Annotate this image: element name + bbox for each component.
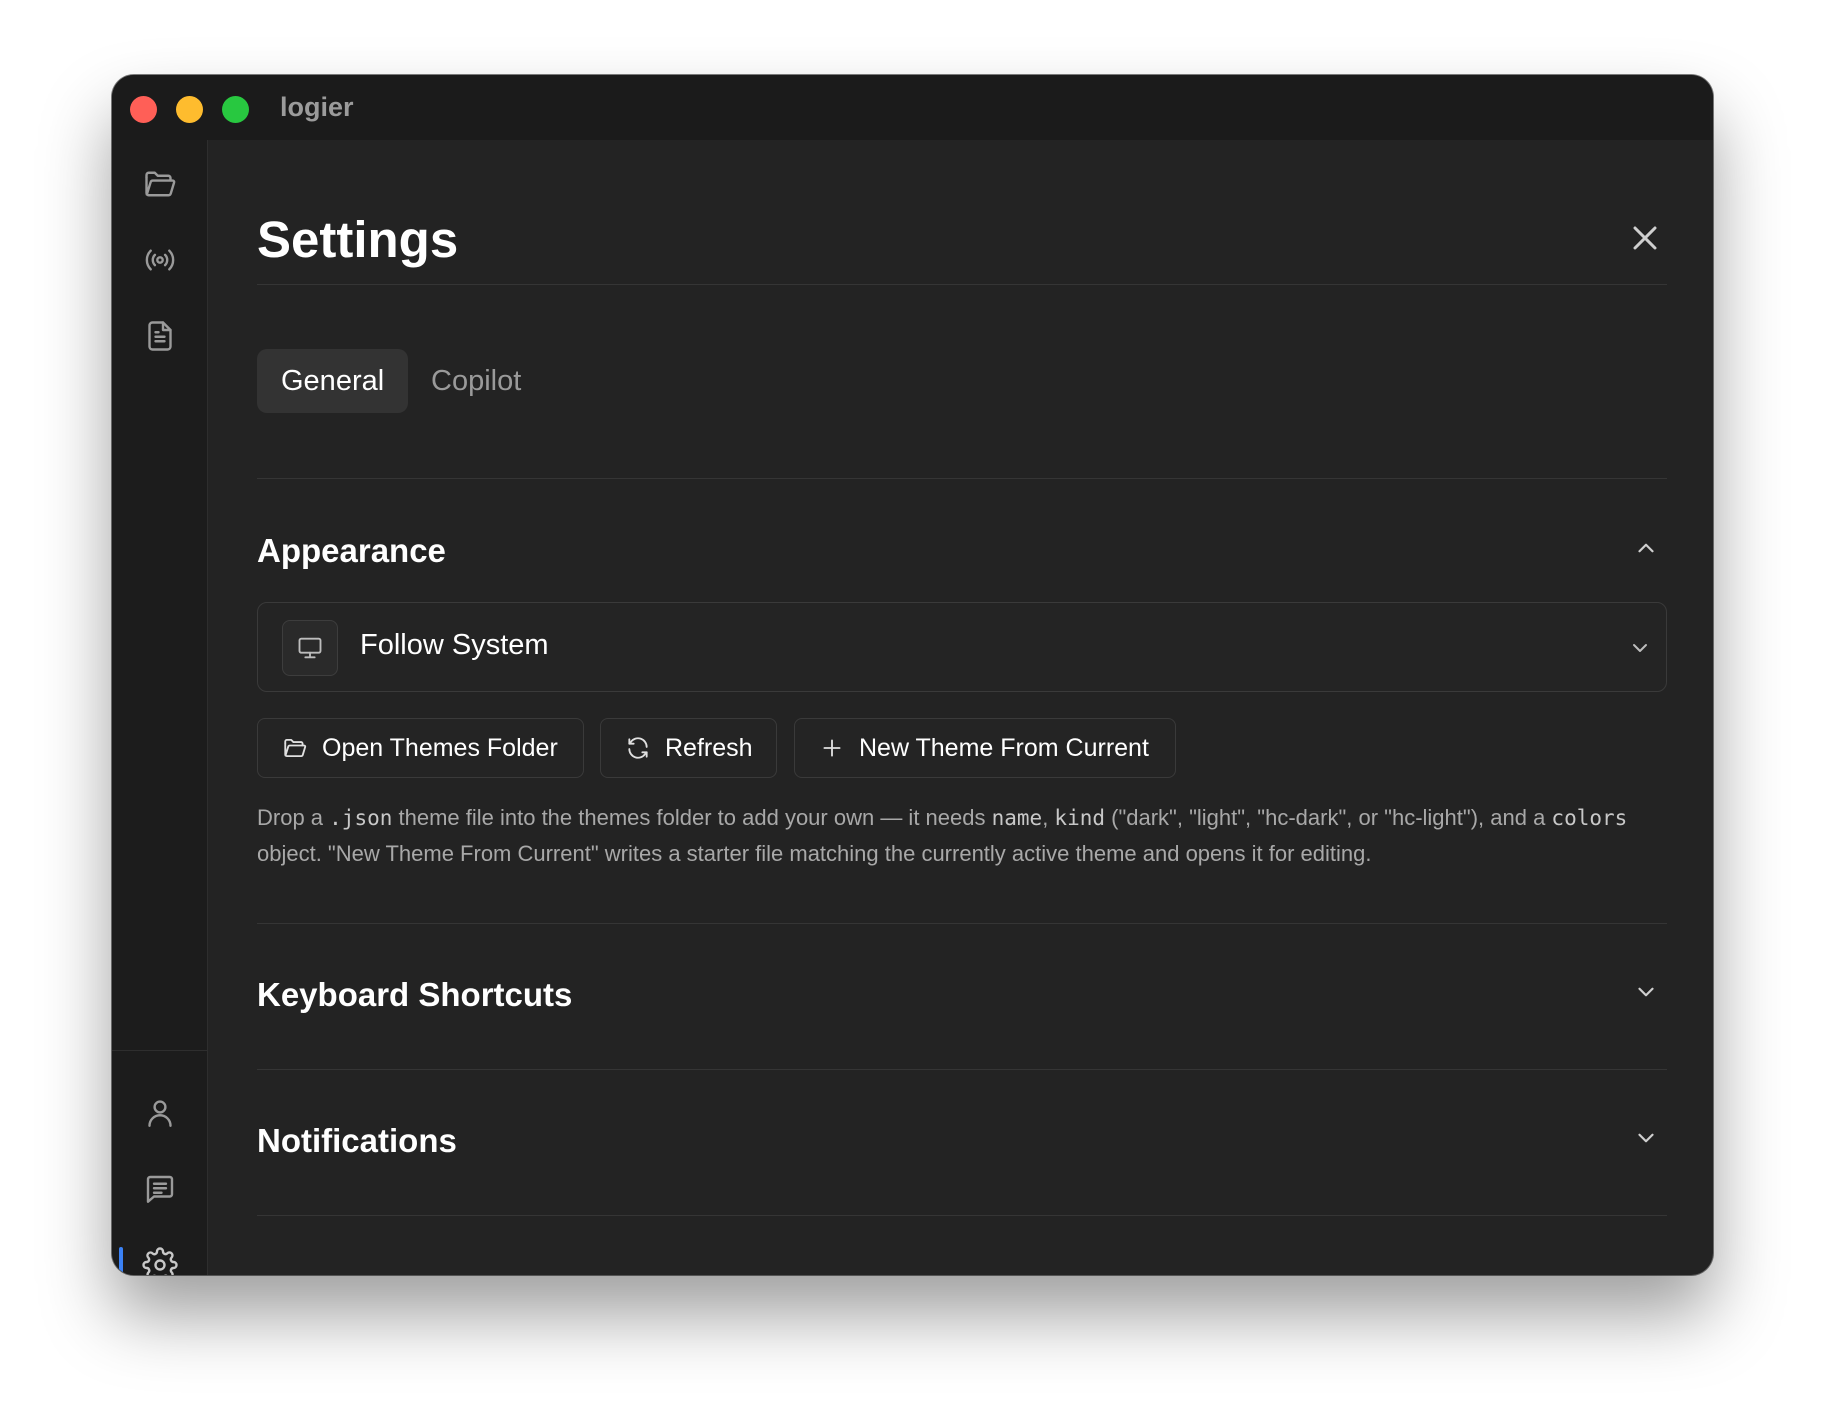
chevron-down-icon[interactable] [1633,979,1659,1005]
appearance-divider [257,923,1667,924]
settings-panel: Settings General Copilot Appearance Foll… [257,75,1667,1275]
close-window-button[interactable] [130,96,157,123]
rail-divider [112,1050,207,1051]
help-text: object. "New Theme From Current" writes … [257,841,1372,866]
help-code-colors: colors [1551,806,1628,830]
monitor-icon [298,637,322,659]
broadcast-icon[interactable] [142,242,178,278]
appearance-section-title[interactable]: Appearance [257,532,446,570]
help-code-name: name [991,806,1043,830]
shortcuts-divider [257,1069,1667,1070]
chevron-up-icon[interactable] [1633,535,1659,561]
document-icon[interactable] [142,318,178,354]
notifications-divider [257,1215,1667,1216]
keyboard-shortcuts-section-title[interactable]: Keyboard Shortcuts [257,976,572,1014]
zoom-window-button[interactable] [222,96,249,123]
help-text: theme file into the themes folder to add… [392,805,992,830]
title-divider [257,284,1667,285]
folder-icon[interactable] [142,166,178,202]
close-settings-button[interactable] [1625,218,1665,258]
folder-open-icon [284,738,307,758]
help-text: ("dark", "light", "hc-dark", or "hc-ligh… [1105,805,1552,830]
chevron-down-icon[interactable] [1633,1125,1659,1151]
gear-icon[interactable] [142,1247,178,1275]
sidebar-rail [112,140,208,1275]
page-title: Settings [257,211,459,268]
tabs-divider [257,478,1667,479]
active-indicator [119,1247,123,1275]
new-theme-label: New Theme From Current [859,734,1149,762]
refresh-icon [628,737,648,759]
help-code-json: .json [329,806,393,830]
help-text: Drop a [257,805,330,830]
themes-help-text: Drop a .json theme file into the themes … [257,800,1667,872]
tab-general[interactable]: General [257,349,409,413]
theme-select[interactable]: Follow System [257,602,1667,692]
refresh-button[interactable]: Refresh [600,718,777,778]
open-themes-folder-button[interactable]: Open Themes Folder [257,718,584,778]
user-icon[interactable] [142,1095,178,1131]
new-theme-button[interactable]: New Theme From Current [794,718,1176,778]
chevron-down-icon [1633,644,1647,652]
plus-icon [823,739,841,757]
tab-copilot[interactable]: Copilot [407,349,545,413]
feedback-icon[interactable] [142,1171,178,1207]
theme-select-value: Follow System [360,629,549,661]
theme-icon-box [282,620,338,676]
help-code-kind: kind [1054,806,1105,830]
open-themes-folder-label: Open Themes Folder [322,734,558,762]
help-text: , [1042,805,1055,830]
minimize-window-button[interactable] [176,96,203,123]
notifications-section-title[interactable]: Notifications [257,1122,457,1160]
refresh-label: Refresh [665,734,753,762]
